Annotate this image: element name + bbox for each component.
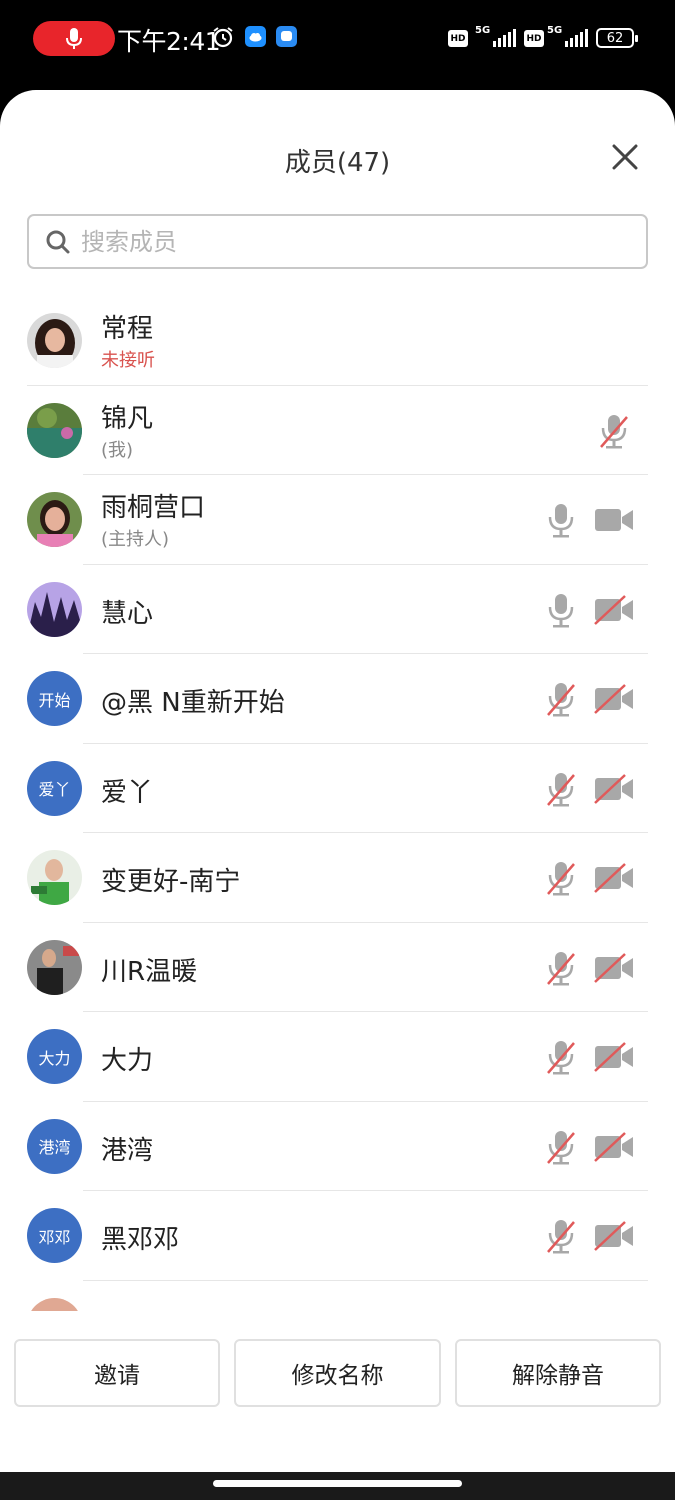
list-item[interactable] [0, 1281, 675, 1311]
member-name: 港湾 [101, 1135, 154, 1166]
list-item[interactable]: 变更好-南宁 [0, 833, 675, 923]
microphone-icon[interactable] [545, 500, 577, 540]
microphone-muted-icon[interactable] [545, 1216, 577, 1256]
avatar: 港湾 [27, 1118, 82, 1174]
camera-off-icon[interactable] [593, 862, 635, 894]
list-item[interactable]: 慧心 [0, 565, 675, 654]
member-name: 常程 [101, 314, 154, 344]
camera-off-icon[interactable] [593, 1041, 635, 1073]
avatar [27, 492, 82, 547]
camera-off-icon[interactable] [593, 1131, 635, 1163]
unmute-button[interactable]: 解除静音 [455, 1339, 661, 1407]
microphone-muted-icon[interactable] [545, 769, 577, 809]
search-box[interactable] [27, 214, 648, 269]
avatar: 开始 [27, 671, 82, 726]
avatar: 大力 [27, 1029, 82, 1084]
list-item[interactable]: 大力 大力 [0, 1012, 675, 1102]
member-list[interactable]: 常程 未接听 锦凡 (我) 雨桐营口 (主持人) 慧心 开始 @黑 N重新开始 … [0, 296, 675, 1311]
list-item[interactable]: 川R温暖 [0, 923, 675, 1012]
list-item[interactable]: 雨桐营口 (主持人) [0, 475, 675, 565]
list-item[interactable]: 爱丫 爱丫 [0, 744, 675, 833]
hd-badge: HD [524, 30, 544, 47]
signal-strength-icon [565, 29, 588, 47]
invite-button[interactable]: 邀请 [14, 1339, 220, 1407]
camera-icon[interactable] [593, 504, 635, 536]
member-name: 慧心 [101, 598, 154, 629]
battery-indicator: 62 [596, 28, 638, 48]
camera-off-icon[interactable] [593, 683, 635, 715]
signal-strength-icon [493, 29, 516, 47]
hd-badge: HD [448, 30, 468, 47]
member-name: 黑邓邓 [101, 1225, 180, 1255]
member-name: 大力 [101, 1046, 154, 1076]
microphone-muted-icon[interactable] [545, 858, 577, 898]
list-item[interactable]: 邓邓 黑邓邓 [0, 1191, 675, 1281]
camera-off-icon[interactable] [593, 1220, 635, 1252]
member-role: (主持人) [101, 529, 170, 550]
member-status: 未接听 [101, 350, 155, 371]
sheet-title: 成员(47) [284, 148, 391, 178]
cloud-app-icon [245, 26, 266, 47]
list-item[interactable]: 港湾 港湾 [0, 1102, 675, 1191]
member-name: 变更好-南宁 [101, 867, 241, 897]
avatar: 爱丫 [27, 760, 82, 816]
close-icon[interactable] [606, 138, 644, 176]
search-icon [46, 230, 70, 254]
alarm-icon [213, 27, 233, 48]
list-item[interactable]: 锦凡 (我) [0, 386, 675, 475]
member-name: 雨桐营口 [101, 493, 206, 523]
camera-off-icon[interactable] [593, 594, 635, 626]
microphone-muted-icon[interactable] [598, 411, 630, 451]
microphone-icon [66, 27, 82, 49]
list-item[interactable]: 开始 @黑 N重新开始 [0, 654, 675, 744]
microphone-muted-icon[interactable] [545, 1127, 577, 1167]
member-name: 爱丫 [101, 777, 154, 808]
avatar [27, 850, 82, 905]
member-role: (我) [101, 439, 134, 461]
network-5g-label: 5G [547, 25, 563, 36]
avatar [27, 402, 82, 458]
status-time: 下午2:41 [117, 27, 221, 56]
search-input[interactable] [81, 222, 631, 262]
network-5g-label: 5G [475, 25, 491, 36]
camera-off-icon[interactable] [593, 952, 635, 984]
list-item[interactable]: 常程 未接听 [0, 296, 675, 386]
microphone-icon[interactable] [545, 590, 577, 630]
member-name: 川R温暖 [101, 956, 198, 987]
members-sheet: 成员(47) 常程 未接听 [0, 90, 675, 1472]
avatar [27, 581, 82, 637]
avatar [27, 939, 82, 995]
camera-off-icon[interactable] [593, 773, 635, 805]
avatar [27, 313, 82, 368]
member-name: 锦凡 [101, 403, 154, 434]
microphone-muted-icon[interactable] [545, 948, 577, 988]
rename-button[interactable]: 修改名称 [234, 1339, 441, 1407]
status-bar: 下午2:41 HD 5G HD 5G 62 [0, 0, 675, 80]
microphone-muted-icon[interactable] [545, 1037, 577, 1077]
recording-indicator[interactable] [33, 21, 115, 56]
avatar: 邓邓 [27, 1208, 82, 1263]
avatar [27, 1297, 82, 1311]
home-indicator[interactable] [213, 1480, 462, 1487]
member-name: @黑 N重新开始 [101, 688, 285, 718]
microphone-muted-icon[interactable] [545, 679, 577, 719]
action-bar: 邀请 修改名称 解除静音 [0, 1328, 675, 1418]
message-app-icon [276, 26, 297, 47]
